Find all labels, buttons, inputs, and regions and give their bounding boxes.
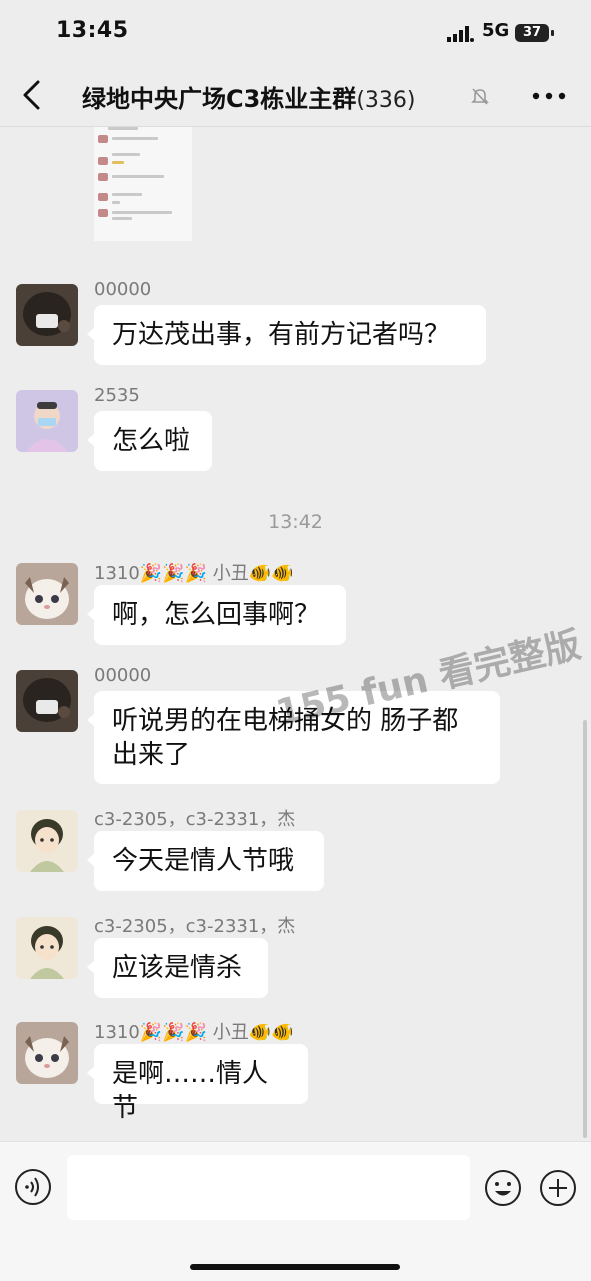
message-text: 怎么啦 [112,426,191,456]
sender-name: 1310🎉🎉🎉 小丑🐠🐠 [94,563,294,584]
chat-header: 绿地中央广场C3栋业主群(336) [0,64,591,127]
message-text: 万达茂出事，有前方记者吗？ [112,320,451,350]
timestamp: 13:42 [268,511,323,533]
message-text: 啊，怎么回事啊？ [112,600,321,630]
message-bubble[interactable]: 是啊……情人节 [87,1044,308,1123]
message-bubble[interactable]: 怎么啦 [87,411,212,471]
avatar[interactable] [16,563,78,625]
message-bubble[interactable]: 万达茂出事，有前方记者吗？ [87,305,486,365]
smiley-icon[interactable] [484,1169,522,1207]
message-bubble[interactable]: 今天是情人节哦 [87,831,324,891]
sender-name: c3-2305，c3-2331，杰 [94,809,296,830]
member-count: (336) [356,88,416,113]
message-bubble[interactable]: 啊，怎么回事啊？ [87,585,346,645]
message-text-line: 出来了 [112,740,191,770]
ellipsis-icon[interactable] [532,92,566,100]
signal-icon [447,26,474,42]
group-title[interactable]: 绿地中央广场C3栋业主群(336) [82,79,415,114]
sender-name: 2535 [94,385,140,406]
message-bubble[interactable]: 应该是情杀 [87,938,268,998]
group-name: 绿地中央广场C3栋业主群 [82,85,357,113]
sender-name: 1310🎉🎉🎉 小丑🐠🐠 [94,1022,294,1043]
clock: 13:45 [56,18,129,43]
input-bar [0,1141,591,1281]
network-label: 5G [482,20,510,41]
voice-input-icon[interactable] [14,1168,52,1206]
avatar[interactable] [16,284,78,346]
avatar[interactable] [16,1022,78,1084]
back-arrow-icon[interactable] [18,79,48,111]
status-bar: 13:45 5G 37 [0,0,591,64]
image-message-thumbnail[interactable] [94,127,192,259]
add-icon[interactable] [539,1169,577,1207]
message-text: 是啊……情人节 [112,1059,269,1123]
message-input[interactable] [67,1155,470,1220]
avatar[interactable] [16,670,78,732]
bell-slash-icon [471,88,489,105]
sender-name: c3-2305，c3-2331，杰 [94,916,296,937]
battery-icon: 37 [515,24,554,42]
avatar[interactable] [16,390,78,452]
message-text: 今天是情人节哦 [112,846,295,876]
avatar[interactable] [16,810,78,872]
message-text: 应该是情杀 [112,953,243,983]
sender-name: 00000 [94,279,152,300]
avatar[interactable] [16,917,78,979]
scrollbar[interactable] [583,720,587,1138]
home-indicator [190,1264,400,1270]
sender-name: 00000 [94,665,152,686]
